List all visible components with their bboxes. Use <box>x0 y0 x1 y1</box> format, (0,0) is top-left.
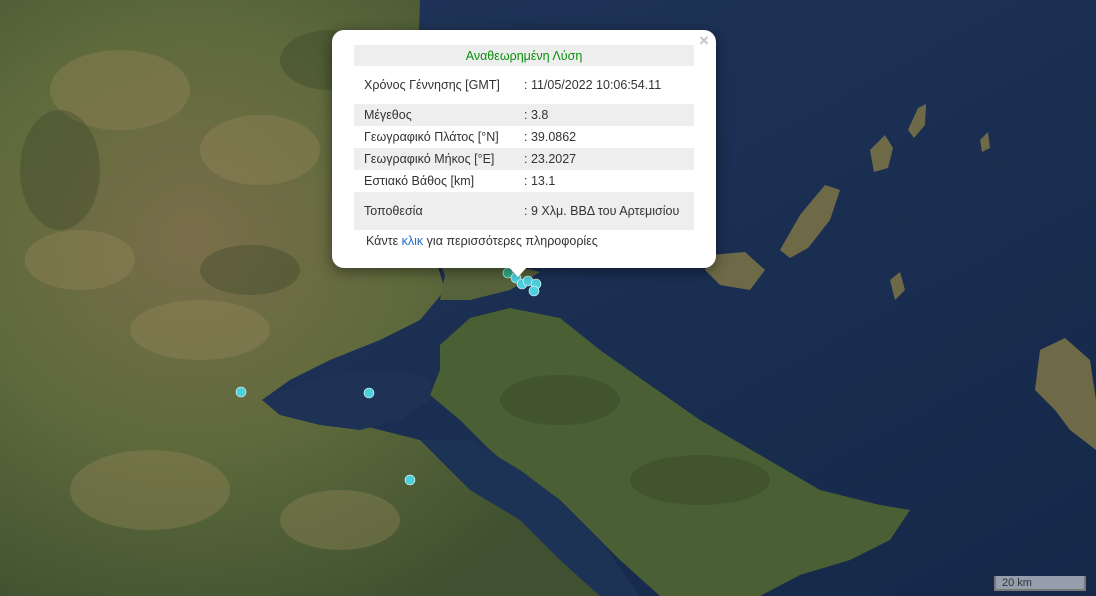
info-value: : 9 Χλμ. ΒΒΔ του Αρτεμισίου <box>524 192 694 230</box>
info-row-location: Τοποθεσία : 9 Χλμ. ΒΒΔ του Αρτεμισίου <box>354 192 694 230</box>
info-row-latitude: Γεωγραφικό Πλάτος [°N] : 39.0862 <box>354 126 694 148</box>
info-row-origin-time: Χρόνος Γέννησης [GMT] : 11/05/2022 10:06… <box>354 66 694 104</box>
info-value: : 23.2027 <box>524 148 694 170</box>
info-value: : 3.8 <box>524 104 694 126</box>
close-icon[interactable]: × <box>696 32 712 49</box>
more-info-text: Κάντε κλικ για περισσότερες πληροφορίες <box>366 234 598 248</box>
popup-tip <box>508 266 528 277</box>
info-value: : 13.1 <box>524 170 694 192</box>
earthquake-marker[interactable] <box>404 474 416 486</box>
info-label: Μέγεθος <box>354 104 524 126</box>
info-row-depth: Εστιακό Βάθος [km] : 13.1 <box>354 170 694 192</box>
popup-title-row: Αναθεωρημένη Λύση <box>354 45 694 66</box>
more-prefix: Κάντε <box>366 234 402 248</box>
popup-title: Αναθεωρημένη Λύση <box>354 45 694 66</box>
info-label: Γεωγραφικό Πλάτος [°N] <box>354 126 524 148</box>
earthquake-info-table: Αναθεωρημένη Λύση Χρόνος Γέννησης [GMT] … <box>354 45 694 230</box>
scale-bar: 20 km <box>994 576 1086 591</box>
info-label: Χρόνος Γέννησης [GMT] <box>354 66 524 104</box>
info-value: : 11/05/2022 10:06:54.11 <box>524 66 694 104</box>
info-label: Γεωγραφικό Μήκος [°E] <box>354 148 524 170</box>
earthquake-marker[interactable] <box>363 387 375 399</box>
earthquake-marker[interactable] <box>528 285 540 297</box>
earthquake-marker[interactable] <box>235 386 247 398</box>
info-row-magnitude: Μέγεθος : 3.8 <box>354 104 694 126</box>
info-label: Τοποθεσία <box>354 192 524 230</box>
more-suffix: για περισσότερες πληροφορίες <box>423 234 598 248</box>
info-value: : 39.0862 <box>524 126 694 148</box>
info-label: Εστιακό Βάθος [km] <box>354 170 524 192</box>
info-row-longitude: Γεωγραφικό Μήκος [°E] : 23.2027 <box>354 148 694 170</box>
more-info-link[interactable]: κλικ <box>402 234 424 248</box>
